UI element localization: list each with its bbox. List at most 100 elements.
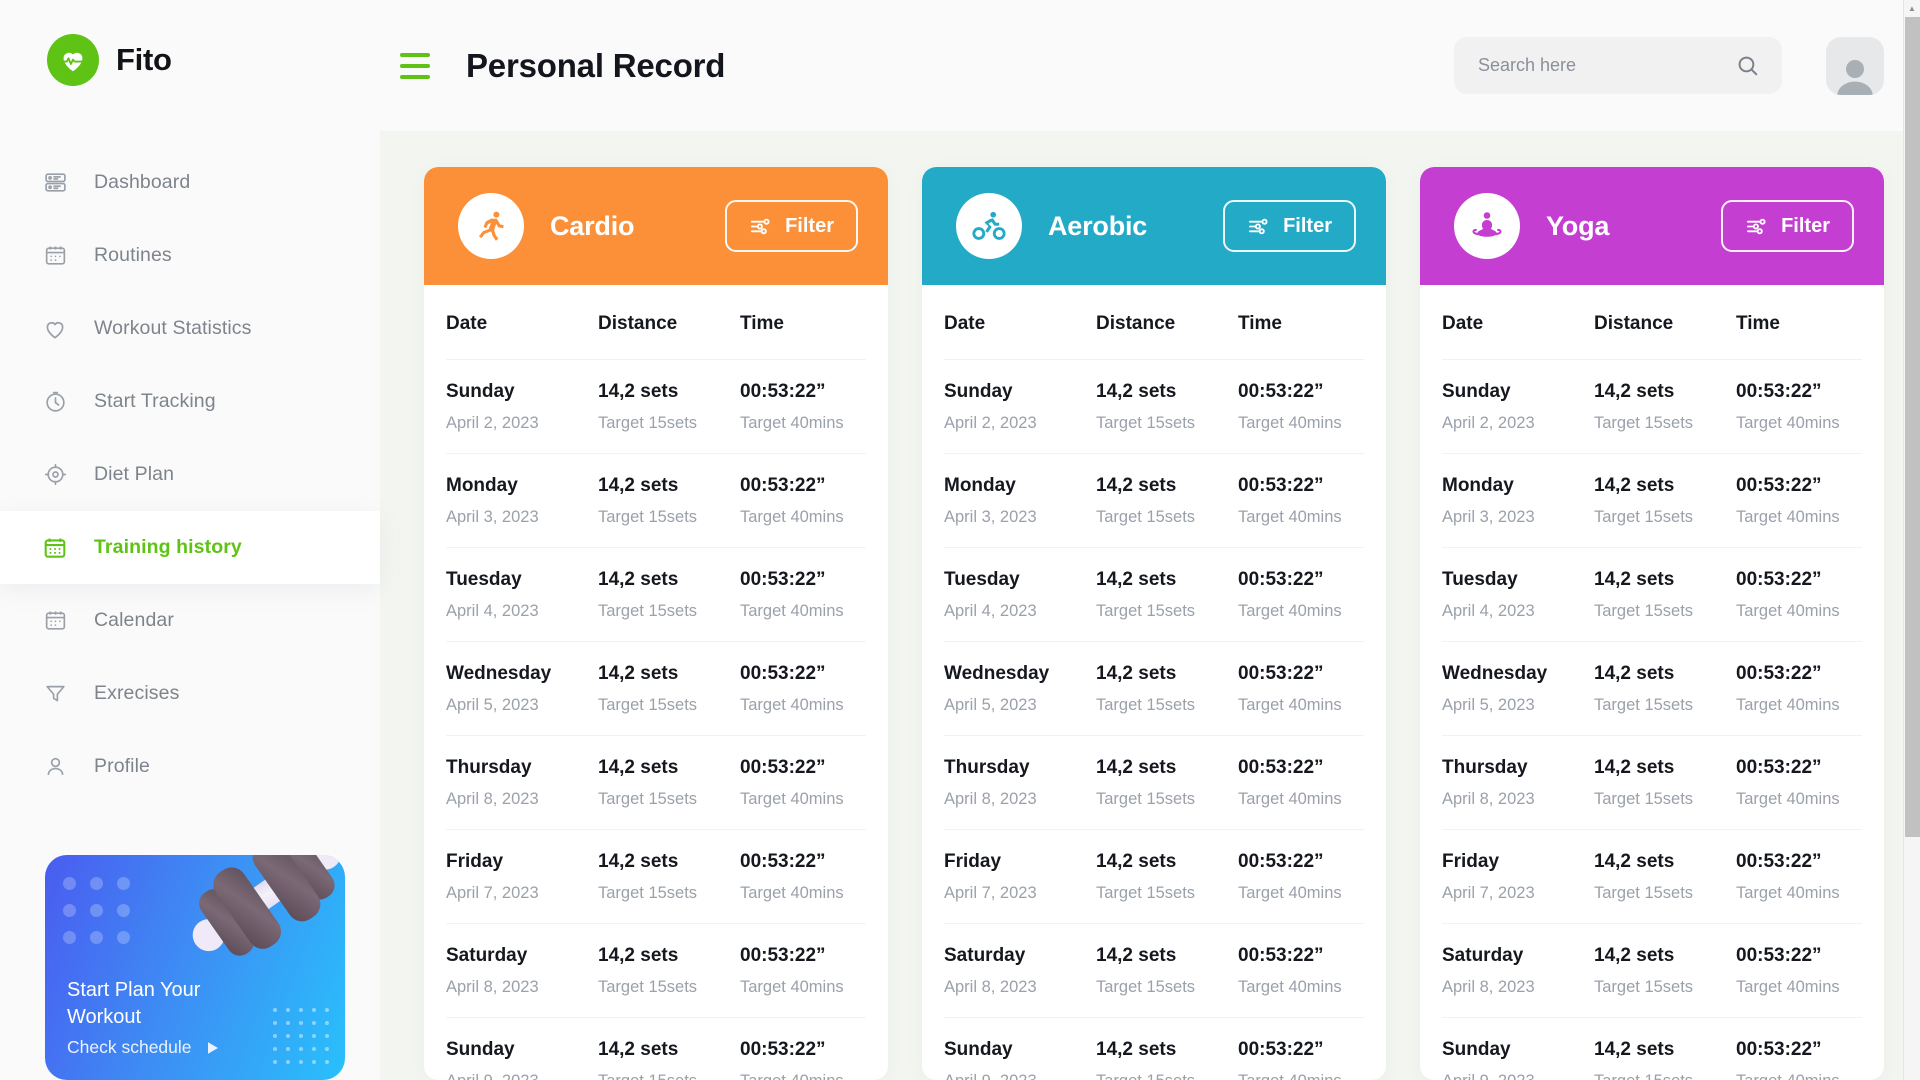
check-schedule-button[interactable]: Check schedule <box>67 1037 220 1058</box>
sidebar-item-label: Dashboard <box>94 171 190 194</box>
cell-distance: 14,2 setsTarget 15sets <box>598 852 740 903</box>
dumbbell-icon <box>163 855 345 991</box>
sidebar-item-workout-statistics[interactable]: Workout Statistics <box>0 292 380 365</box>
table-row[interactable]: SaturdayApril 8, 202314,2 setsTarget 15s… <box>944 924 1364 1018</box>
app-root: Fito Dashboard <box>0 0 1920 1080</box>
table-row[interactable]: ThursdayApril 8, 202314,2 setsTarget 15s… <box>944 736 1364 830</box>
table-row[interactable]: WednesdayApril 5, 202314,2 setsTarget 15… <box>1442 642 1862 736</box>
sidebar-item-training-history[interactable]: Training history <box>0 511 380 584</box>
sidebar-item-routines[interactable]: Routines <box>0 219 380 292</box>
search-input[interactable] <box>1478 55 1735 76</box>
table-row[interactable]: ThursdayApril 8, 202314,2 setsTarget 15s… <box>446 736 866 830</box>
sidebar-item-label: Training history <box>94 536 242 559</box>
cell-time: 00:53:22”Target 40mins <box>740 664 866 715</box>
filter-button[interactable]: Filter <box>1721 200 1854 252</box>
cell-time: 00:53:22”Target 40mins <box>1736 382 1862 433</box>
table-row[interactable]: MondayApril 3, 202314,2 setsTarget 15set… <box>446 454 866 548</box>
scrollbar-thumb[interactable] <box>1905 17 1920 837</box>
sidebar-item-calendar[interactable]: Calendar <box>0 584 380 657</box>
sidebar-item-label: Start Tracking <box>94 390 216 413</box>
table-row[interactable]: FridayApril 7, 202314,2 setsTarget 15set… <box>944 830 1364 924</box>
calendar-icon <box>40 241 70 271</box>
cell-date: TuesdayApril 4, 2023 <box>1442 570 1594 621</box>
cell-date: MondayApril 3, 2023 <box>1442 476 1594 527</box>
cell-distance: 14,2 setsTarget 15sets <box>1594 758 1736 809</box>
sidebar-item-profile[interactable]: Profile <box>0 730 380 803</box>
cell-date: SaturdayApril 8, 2023 <box>1442 946 1594 997</box>
sidebar-nav: Dashboard Routines <box>0 146 380 803</box>
cell-distance: 14,2 setsTarget 15sets <box>598 570 740 621</box>
sidebar-item-dashboard[interactable]: Dashboard <box>0 146 380 219</box>
brand[interactable]: Fito <box>0 34 380 86</box>
calendar-icon <box>40 606 70 636</box>
stopwatch-icon <box>40 387 70 417</box>
cell-date: MondayApril 3, 2023 <box>944 476 1096 527</box>
table-row[interactable]: FridayApril 7, 202314,2 setsTarget 15set… <box>1442 830 1862 924</box>
scroll-up-arrow-icon[interactable]: ▲ <box>1904 0 1920 17</box>
cell-time: 00:53:22”Target 40mins <box>740 570 866 621</box>
table-row[interactable]: SundayApril 9, 202314,2 setsTarget 15set… <box>944 1018 1364 1080</box>
cell-time: 00:53:22”Target 40mins <box>1736 946 1862 997</box>
table-row[interactable]: SundayApril 9, 202314,2 setsTarget 15set… <box>446 1018 866 1080</box>
cell-distance: 14,2 setsTarget 15sets <box>1096 382 1238 433</box>
cell-distance: 14,2 setsTarget 15sets <box>598 758 740 809</box>
table-row[interactable]: WednesdayApril 5, 202314,2 setsTarget 15… <box>944 642 1364 736</box>
sidebar-item-label: Exrecises <box>94 682 179 705</box>
table-row[interactable]: TuesdayApril 4, 202314,2 setsTarget 15se… <box>1442 548 1862 642</box>
sliders-icon <box>1745 215 1768 238</box>
cell-distance: 14,2 setsTarget 15sets <box>1096 1040 1238 1080</box>
cell-date: SundayApril 9, 2023 <box>944 1040 1096 1080</box>
table-row[interactable]: MondayApril 3, 202314,2 setsTarget 15set… <box>1442 454 1862 548</box>
lotus-icon <box>1454 193 1520 259</box>
column-header-time: Time <box>740 313 866 335</box>
cell-date: SundayApril 2, 2023 <box>446 382 598 433</box>
sidebar-item-label: Routines <box>94 244 172 267</box>
table-row[interactable]: MondayApril 3, 202314,2 setsTarget 15set… <box>944 454 1364 548</box>
table-row[interactable]: ThursdayApril 8, 202314,2 setsTarget 15s… <box>1442 736 1862 830</box>
sidebar-item-diet-plan[interactable]: Diet Plan <box>0 438 380 511</box>
decorative-dot-grid-small <box>273 1008 331 1066</box>
cell-time: 00:53:22”Target 40mins <box>740 382 866 433</box>
table-row[interactable]: SundayApril 9, 202314,2 setsTarget 15set… <box>1442 1018 1862 1080</box>
search-box[interactable] <box>1454 37 1782 94</box>
cards-container: Cardio Filter Date Distance Time <box>380 131 1920 1080</box>
table-row[interactable]: SaturdayApril 8, 202314,2 setsTarget 15s… <box>1442 924 1862 1018</box>
table-row[interactable]: SaturdayApril 8, 202314,2 setsTarget 15s… <box>446 924 866 1018</box>
card-aerobic: Aerobic Filter Date Distance Time <box>922 167 1386 1080</box>
sidebar-item-start-tracking[interactable]: Start Tracking <box>0 365 380 438</box>
cell-date: SundayApril 9, 2023 <box>446 1040 598 1080</box>
filter-button[interactable]: Filter <box>1223 200 1356 252</box>
table-row[interactable]: SundayApril 2, 202314,2 setsTarget 15set… <box>944 360 1364 454</box>
column-header-time: Time <box>1736 313 1862 335</box>
cell-time: 00:53:22”Target 40mins <box>1238 946 1364 997</box>
table-row[interactable]: FridayApril 7, 202314,2 setsTarget 15set… <box>446 830 866 924</box>
table-row[interactable]: SundayApril 2, 202314,2 setsTarget 15set… <box>1442 360 1862 454</box>
sliders-icon <box>749 215 772 238</box>
filter-button[interactable]: Filter <box>725 200 858 252</box>
hamburger-icon[interactable] <box>400 53 434 79</box>
sidebar-item-label: Profile <box>94 755 150 778</box>
table-header: Date Distance Time <box>446 285 866 360</box>
column-header-date: Date <box>1442 313 1594 335</box>
cell-date: TuesdayApril 4, 2023 <box>446 570 598 621</box>
table-row[interactable]: TuesdayApril 4, 202314,2 setsTarget 15se… <box>944 548 1364 642</box>
filter-button-label: Filter <box>1283 215 1332 238</box>
column-header-date: Date <box>446 313 598 335</box>
sidebar-item-exercises[interactable]: Exrecises <box>0 657 380 730</box>
cell-date: SundayApril 9, 2023 <box>1442 1040 1594 1080</box>
cell-time: 00:53:22”Target 40mins <box>1238 852 1364 903</box>
promo-card[interactable]: Start Plan Your Workout Check schedule <box>45 855 345 1080</box>
table-row[interactable]: TuesdayApril 4, 202314,2 setsTarget 15se… <box>446 548 866 642</box>
page-scrollbar[interactable]: ▲ <box>1903 0 1920 1080</box>
table-header: Date Distance Time <box>944 285 1364 360</box>
heart-pulse-icon <box>47 34 99 86</box>
avatar[interactable] <box>1826 37 1884 95</box>
play-arrow-icon <box>206 1040 220 1056</box>
table-row[interactable]: WednesdayApril 5, 202314,2 setsTarget 15… <box>446 642 866 736</box>
table-row[interactable]: SundayApril 2, 202314,2 setsTarget 15set… <box>446 360 866 454</box>
search-icon[interactable] <box>1735 53 1760 78</box>
cell-time: 00:53:22”Target 40mins <box>1736 570 1862 621</box>
cell-distance: 14,2 setsTarget 15sets <box>598 1040 740 1080</box>
page-title: Personal Record <box>466 47 725 85</box>
cell-distance: 14,2 setsTarget 15sets <box>1096 946 1238 997</box>
